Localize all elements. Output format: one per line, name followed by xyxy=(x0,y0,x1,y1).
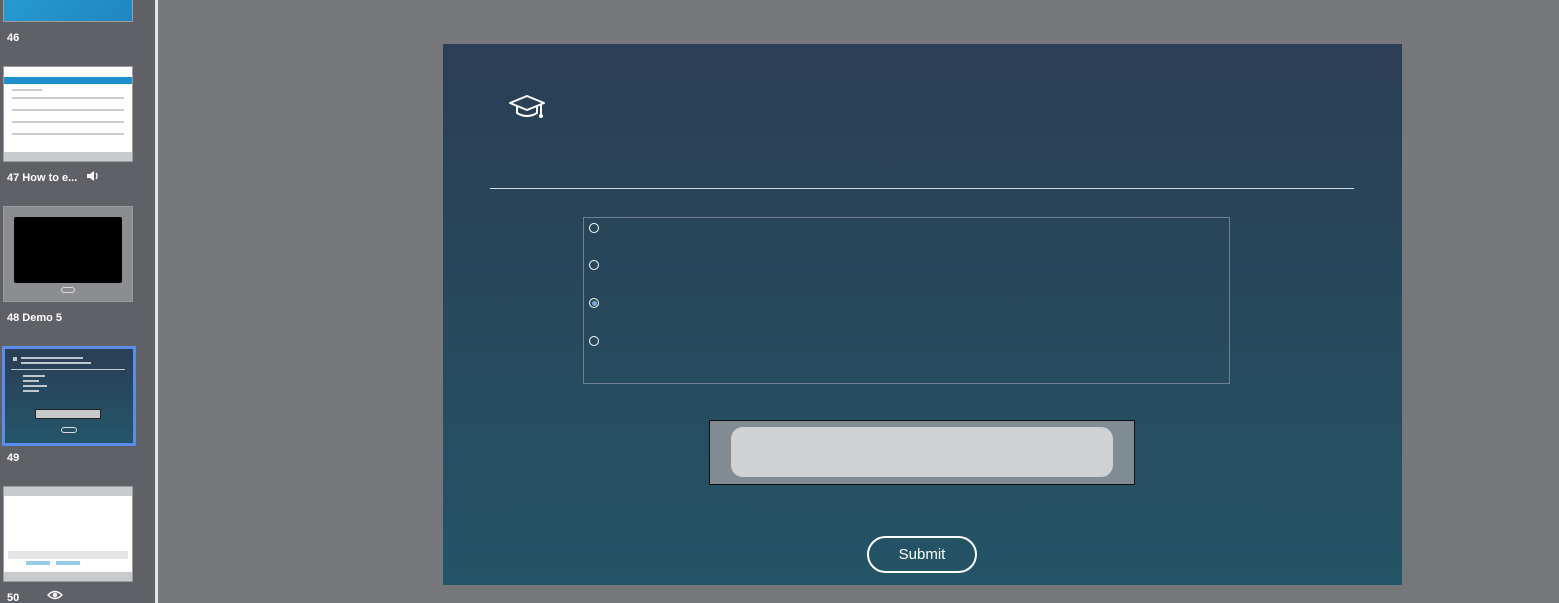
answer-option-1[interactable] xyxy=(589,221,607,235)
radio-button-selected[interactable] xyxy=(589,298,599,308)
quiz-slide: Submit xyxy=(443,44,1402,585)
submit-button[interactable]: Submit xyxy=(867,536,977,573)
slide-label-46: 46 xyxy=(7,32,20,44)
feedback-box xyxy=(731,427,1113,477)
answer-option-2[interactable] xyxy=(589,258,607,272)
filmstrip-divider[interactable] xyxy=(155,0,158,603)
slide-thumbnail-49[interactable] xyxy=(2,346,136,446)
answer-option-4[interactable] xyxy=(589,334,607,348)
answer-option-3[interactable] xyxy=(589,296,607,310)
eye-icon[interactable] xyxy=(47,589,63,603)
graduation-cap-icon xyxy=(507,92,547,124)
slide-label-50: 50 xyxy=(7,592,20,603)
feedback-area xyxy=(709,420,1135,485)
slide-thumbnail-50[interactable] xyxy=(3,486,133,582)
slide-label-48: 48 Demo 5 xyxy=(7,312,63,324)
slide-label-49: 49 xyxy=(7,452,20,464)
question-divider xyxy=(490,188,1354,189)
speaker-icon[interactable] xyxy=(86,170,100,185)
slide-label-47: 47 How to e... xyxy=(7,172,78,184)
slide-thumbnail-46[interactable] xyxy=(3,0,133,22)
slide-filmstrip: 46 47 How to e... 48 Demo 5 49 50 xyxy=(0,0,155,603)
slide-thumbnail-47[interactable] xyxy=(3,66,133,162)
radio-button[interactable] xyxy=(589,260,599,270)
radio-button[interactable] xyxy=(589,223,599,233)
slide-thumbnail-48[interactable] xyxy=(3,206,133,302)
answer-options-group xyxy=(583,217,1230,384)
radio-button[interactable] xyxy=(589,336,599,346)
